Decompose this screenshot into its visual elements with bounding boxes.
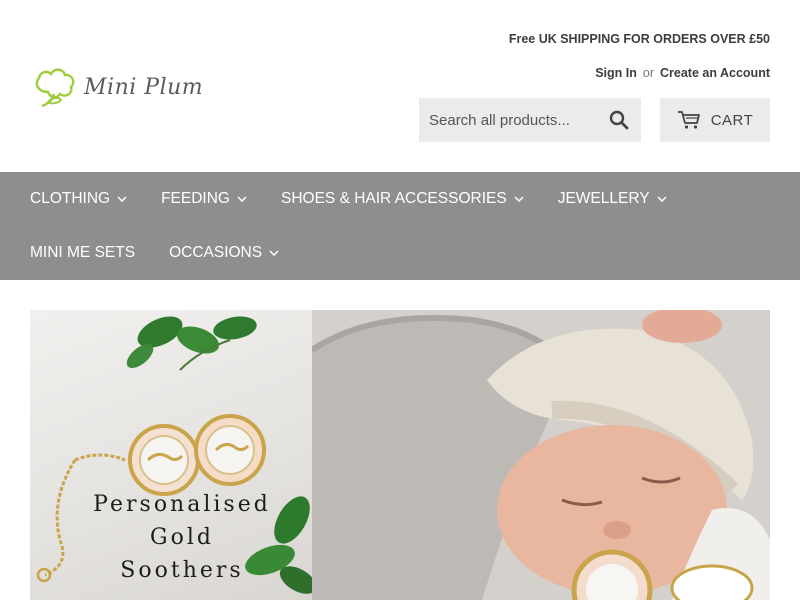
nav-item-shoes-hair-accessories[interactable]: SHOES & HAIR ACCESSORIES — [281, 189, 524, 209]
sleeping-baby-illustration — [312, 310, 770, 600]
main-navigation: CLOTHING FEEDING SHOES & HAIR ACCESSORIE… — [0, 172, 800, 280]
nav-row: CLOTHING FEEDING SHOES & HAIR ACCESSORIE… — [30, 189, 701, 209]
banner-caption: Personalised Gold Soothers — [92, 488, 272, 587]
nav-item-label: CLOTHING — [30, 190, 111, 207]
account-links: Sign In or Create an Account — [595, 66, 770, 80]
caption-line: Personalised — [93, 492, 271, 517]
search-button[interactable] — [599, 98, 639, 142]
search-input[interactable] — [419, 111, 599, 129]
search-icon — [609, 110, 629, 130]
brand-name: Mini Plum — [84, 74, 204, 100]
sign-in-link[interactable]: Sign In — [595, 66, 637, 80]
or-separator: or — [642, 66, 655, 80]
nav-item-label: MINI ME SETS — [30, 244, 136, 261]
nav-item-label: OCCASIONS — [169, 244, 263, 261]
shipping-promo: Free UK SHIPPING FOR ORDERS OVER £50 — [508, 32, 770, 46]
cart-button[interactable]: CART — [660, 98, 770, 142]
caption-line: Soothers — [120, 558, 244, 583]
cart-icon — [677, 111, 700, 129]
chevron-down-icon — [514, 196, 524, 202]
cart-label: CART — [710, 111, 754, 129]
chevron-down-icon — [269, 250, 279, 256]
nav-item-feeding[interactable]: FEEDING — [161, 189, 247, 209]
cotton-flower-icon — [35, 68, 75, 108]
site-logo[interactable]: Mini Plum — [30, 60, 220, 114]
site-header: Mini Plum Free UK SHIPPING FOR ORDERS OV… — [0, 0, 800, 172]
caption-line: Gold — [150, 525, 214, 550]
hero-banner[interactable]: Personalised Gold Soothers — [30, 310, 770, 600]
create-account-link[interactable]: Create an Account — [660, 66, 770, 80]
nav-item-mini-me-sets[interactable]: MINI ME SETS — [30, 243, 135, 263]
nav-item-jewellery[interactable]: JEWELLERY — [558, 189, 667, 209]
nav-item-occasions[interactable]: OCCASIONS — [169, 243, 279, 263]
search-form — [419, 98, 641, 142]
nav-item-label: SHOES & HAIR ACCESSORIES — [281, 190, 507, 207]
chevron-down-icon — [657, 196, 667, 202]
nav-item-label: FEEDING — [161, 190, 230, 207]
nav-item-label: JEWELLERY — [557, 190, 650, 207]
chevron-down-icon — [117, 196, 127, 202]
nav-row: MINI ME SETS OCCASIONS — [30, 243, 313, 263]
chevron-down-icon — [237, 196, 247, 202]
nav-item-clothing[interactable]: CLOTHING — [30, 189, 127, 209]
sleeping-baby-photo — [312, 310, 770, 600]
soothers-product-photo: Personalised Gold Soothers — [30, 310, 312, 600]
